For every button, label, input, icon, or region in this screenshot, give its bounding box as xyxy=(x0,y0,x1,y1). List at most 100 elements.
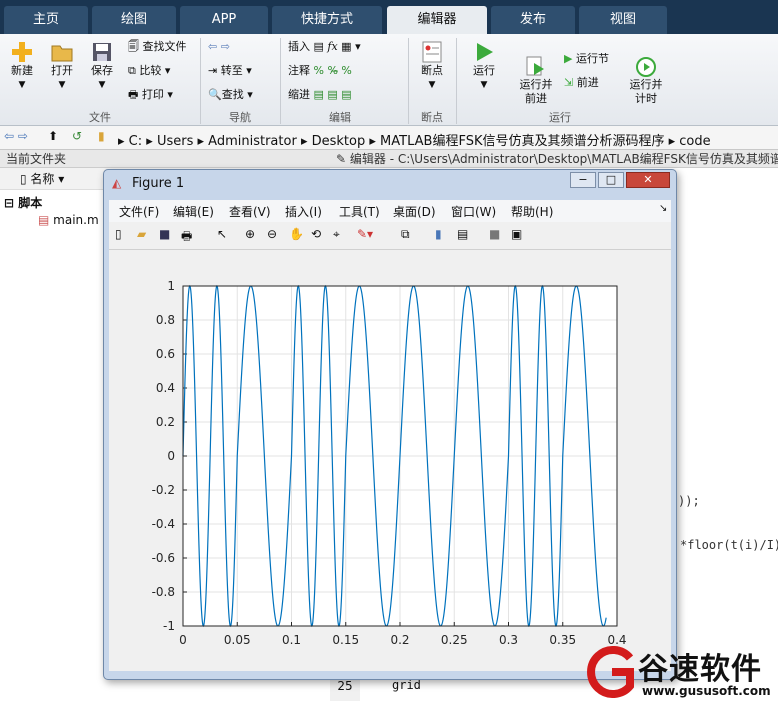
tab-shortcuts[interactable]: 快捷方式 xyxy=(272,6,382,34)
y-tick-label: -0.6 xyxy=(152,551,175,565)
advance-icon: ⇲ xyxy=(564,76,574,89)
run-section-icon: ▶ xyxy=(564,52,573,65)
code-line: grid xyxy=(392,678,421,692)
find-button[interactable]: 🔍查找 ▾ xyxy=(208,88,253,102)
save-figure-icon[interactable]: ■ xyxy=(159,227,177,245)
group-breakpoints-label: 断点 xyxy=(421,111,443,124)
dropdown-arrow-icon: ▼ xyxy=(18,80,26,90)
x-tick-label: 0 xyxy=(179,633,187,647)
back-forward-buttons[interactable]: ⇦ ⇨ xyxy=(208,40,230,54)
x-tick-label: 0.35 xyxy=(549,633,576,647)
insert-button[interactable]: 插入 ▤ fx ▦ ▾ xyxy=(288,40,361,54)
run-advance-label: 运行并 前进 xyxy=(519,78,553,105)
brush-icon[interactable]: ✎▾ xyxy=(357,227,375,245)
run-section-button[interactable]: ▶ 运行节 xyxy=(564,52,609,66)
group-nav-label: 导航 xyxy=(229,111,251,124)
find-files-button[interactable]: 🗐 查找文件 xyxy=(128,40,187,54)
maximize-button[interactable]: □ xyxy=(598,172,624,188)
y-tick-label: 0.2 xyxy=(156,415,175,429)
minimize-button[interactable]: − xyxy=(570,172,596,188)
plot-svg[interactable]: 0 0.05 0.1 0.15 0.2 0.25 0.3 0.35 0.410.80.60.40… xyxy=(109,250,671,671)
run-section-label: 运行节 xyxy=(575,52,609,65)
tab-home[interactable]: 主页 xyxy=(4,6,88,34)
breadcrumb-c[interactable]: C: xyxy=(129,134,142,149)
run-and-time-button[interactable]: 运行并 计时 xyxy=(626,40,666,120)
panel-title: 当前文件夹 xyxy=(0,150,330,168)
tab-editor[interactable]: 编辑器 xyxy=(387,6,487,34)
save-button[interactable]: 保存 ▼ xyxy=(88,40,116,92)
legend-icon[interactable]: ▤ xyxy=(457,227,475,245)
menu-desktop[interactable]: 桌面(D) xyxy=(393,203,436,220)
open-button[interactable]: 打开 ▼ xyxy=(48,40,76,92)
watermark-brand: 谷速软件 xyxy=(638,652,762,687)
show-plot-tools-icon[interactable]: ▣ xyxy=(511,227,529,245)
print-figure-icon[interactable]: 🖶 xyxy=(181,227,199,245)
breadcrumb-users[interactable]: Users xyxy=(157,134,193,149)
x-tick-label: 0.25 xyxy=(441,633,468,647)
run-button[interactable]: 运行 ▼ xyxy=(466,40,502,92)
folder-icon xyxy=(51,45,73,62)
group-divider xyxy=(456,38,457,124)
file-name: main.m xyxy=(53,213,99,227)
browse-folder-icon[interactable]: ↺ xyxy=(72,129,82,143)
nav-back-forward-icon[interactable]: ⇦ ⇨ xyxy=(4,129,28,143)
data-cursor-icon[interactable]: ⌖ xyxy=(333,227,351,245)
pan-hand-icon[interactable]: ✋ xyxy=(289,227,307,245)
y-tick-label: -0.8 xyxy=(152,585,175,599)
indent-button[interactable]: 缩进 ▤ ▤ ▤ xyxy=(288,88,352,102)
advance-button[interactable]: ⇲ 前进 xyxy=(564,76,599,90)
find-label: 查找 xyxy=(221,88,244,101)
file-icon: ▯ xyxy=(20,172,31,186)
up-folder-icon[interactable]: ⬆ xyxy=(48,129,58,143)
run-advance-icon xyxy=(526,56,544,76)
breadcrumb-desktop[interactable]: Desktop xyxy=(312,134,366,149)
menu-view[interactable]: 查看(V) xyxy=(229,203,271,220)
zoom-in-icon[interactable]: ⊕ xyxy=(245,227,263,245)
find-files-label: 查找文件 xyxy=(142,40,187,53)
hide-plot-tools-icon[interactable]: ■ xyxy=(489,227,507,245)
colorbar-icon[interactable]: ▮ xyxy=(435,227,453,245)
tab-publish[interactable]: 发布 xyxy=(491,6,575,34)
menu-insert[interactable]: 插入(I) xyxy=(285,203,322,220)
figure-window[interactable]: ◭ Figure 1 − □ ✕ 文件(F) 编辑(E) 查看(V) 插入(I)… xyxy=(103,169,677,680)
address-bar: ⇦ ⇨ ⬆ ↺ ▮ ▸ C: ▸ Users ▸ Administrator ▸… xyxy=(0,126,778,150)
breakpoints-button[interactable]: 断点 ▼ xyxy=(414,40,450,92)
y-tick-label: 0 xyxy=(167,449,175,463)
menu-tools[interactable]: 工具(T) xyxy=(339,203,380,220)
dock-arrow-icon[interactable]: ↘ xyxy=(659,203,667,214)
group-file-label: 文件 xyxy=(89,111,111,124)
compare-button[interactable]: ⧉ 比较 ▾ xyxy=(128,64,170,78)
comment-label: 注释 xyxy=(288,64,310,77)
breadcrumb-admin[interactable]: Administrator xyxy=(208,134,297,149)
fx-icon: fx xyxy=(327,40,338,53)
menu-help[interactable]: 帮助(H) xyxy=(511,203,553,220)
breadcrumb-code[interactable]: code xyxy=(679,134,710,149)
goto-button[interactable]: ⇥ 转至 ▾ xyxy=(208,64,252,78)
menu-file[interactable]: 文件(F) xyxy=(119,203,159,220)
rotate-3d-icon[interactable]: ⟲ xyxy=(311,227,329,245)
watermark: 谷速软件 www.gususoft.com xyxy=(580,642,778,701)
close-button[interactable]: ✕ xyxy=(626,172,670,188)
save-disk-icon xyxy=(93,43,111,61)
y-tick-label: 0.4 xyxy=(156,381,175,395)
print-button[interactable]: 🖶 打印 ▾ xyxy=(128,88,173,102)
link-plot-icon[interactable]: ⧉ xyxy=(401,227,419,245)
new-figure-icon[interactable]: ▯ xyxy=(115,227,133,245)
comment-button[interactable]: 注释 % %̶ % xyxy=(288,64,352,78)
advance-label: 前进 xyxy=(576,76,599,89)
zoom-out-icon[interactable]: ⊖ xyxy=(267,227,285,245)
pointer-icon[interactable]: ↖ xyxy=(217,227,235,245)
tab-view[interactable]: 视图 xyxy=(579,6,667,34)
menu-edit[interactable]: 编辑(E) xyxy=(173,203,214,220)
open-file-icon[interactable]: ▰ xyxy=(137,227,155,245)
figure-title: Figure 1 xyxy=(132,176,185,191)
figure-canvas[interactable]: 0 0.05 0.1 0.15 0.2 0.25 0.3 0.35 0.4 1 0.8 0.6 0.4 0… xyxy=(109,250,671,671)
figure-toolbar: ▯ ▰ ■ 🖶 ↖ ⊕ ⊖ ✋ ⟲ ⌖ ✎▾ ⧉ ▮ ▤ ■ ▣ xyxy=(109,222,671,250)
new-button[interactable]: 新建 ▼ xyxy=(8,40,36,92)
y-tick-label: 0.6 xyxy=(156,347,175,361)
tab-plots[interactable]: 绘图 xyxy=(92,6,176,34)
menu-window[interactable]: 窗口(W) xyxy=(451,203,496,220)
tab-apps[interactable]: APP xyxy=(180,6,268,34)
run-and-advance-button[interactable]: 运行并 前进 xyxy=(514,40,558,120)
breadcrumb-project[interactable]: MATLAB编程FSK信号仿真及其频谱分析源码程序 xyxy=(380,134,664,149)
